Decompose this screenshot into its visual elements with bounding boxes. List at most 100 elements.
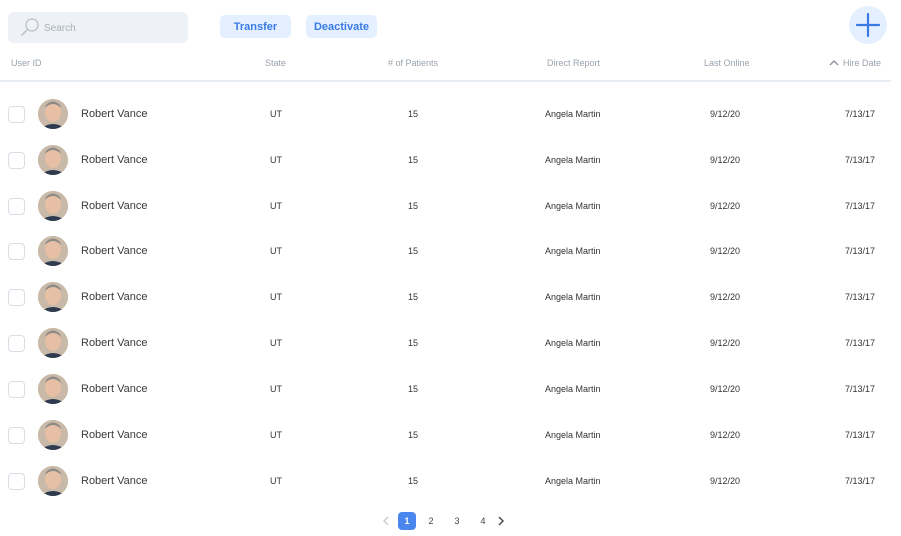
patients-cell: 15 xyxy=(408,109,419,119)
avatar xyxy=(38,236,68,266)
state-cell: UT xyxy=(270,109,282,119)
user-photo-icon xyxy=(38,374,68,404)
row-checkbox[interactable] xyxy=(8,427,25,444)
last-online-cell: 9/12/20 xyxy=(710,246,741,256)
avatar xyxy=(38,191,68,221)
user-name: Robert Vance xyxy=(81,108,148,120)
patients-cell: 15 xyxy=(408,201,419,211)
last-online-cell: 9/12/20 xyxy=(710,430,741,440)
table-row[interactable]: Robert Vance UT 15 Angela Martin 9/12/20 7/13… xyxy=(0,465,891,499)
user-name: Robert Vance xyxy=(81,291,148,303)
direct-report-cell: Angela Martin xyxy=(545,338,601,348)
table-row[interactable]: Robert Vance UT 15 Angela Martin 9/12/20 7/13… xyxy=(0,281,891,315)
patients-cell: 15 xyxy=(408,155,419,165)
last-online-cell: 9/12/20 xyxy=(710,384,741,394)
search-icon xyxy=(21,18,39,36)
state-cell: UT xyxy=(270,155,282,165)
row-checkbox[interactable] xyxy=(8,198,25,215)
user-name: Robert Vance xyxy=(81,200,148,212)
last-online-cell: 9/12/20 xyxy=(710,292,741,302)
direct-report-cell: Angela Martin xyxy=(545,155,601,165)
state-cell: UT xyxy=(270,384,282,394)
hire-date-cell: 7/13/17 xyxy=(845,384,876,394)
user-name: Robert Vance xyxy=(81,245,148,257)
user-photo-icon xyxy=(38,236,68,266)
state-cell: UT xyxy=(270,246,282,256)
state-cell: UT xyxy=(270,292,282,302)
avatar xyxy=(38,466,68,496)
column-header-state[interactable]: State xyxy=(265,58,286,68)
direct-report-cell: Angela Martin xyxy=(545,292,601,302)
chevron-left-icon[interactable] xyxy=(382,516,390,526)
last-online-cell: 9/12/20 xyxy=(710,109,741,119)
column-header-user-id[interactable]: User ID xyxy=(11,58,42,68)
state-cell: UT xyxy=(270,338,282,348)
column-header-patients[interactable]: # of Patients xyxy=(388,58,438,68)
avatar xyxy=(38,282,68,312)
row-checkbox[interactable] xyxy=(8,473,25,490)
search-input[interactable] xyxy=(42,12,186,45)
direct-report-cell: Angela Martin xyxy=(545,246,601,256)
hire-date-cell: 7/13/17 xyxy=(845,109,876,119)
state-cell: UT xyxy=(270,201,282,211)
last-online-cell: 9/12/20 xyxy=(710,338,741,348)
user-name: Robert Vance xyxy=(81,337,148,349)
state-cell: UT xyxy=(270,476,282,486)
patients-cell: 15 xyxy=(408,292,419,302)
table-row[interactable]: Robert Vance UT 15 Angela Martin 9/12/20 7/13… xyxy=(0,373,891,407)
deactivate-button[interactable]: Deactivate xyxy=(306,15,377,38)
user-name: Robert Vance xyxy=(81,429,148,441)
row-checkbox[interactable] xyxy=(8,106,25,123)
avatar xyxy=(38,145,68,175)
row-checkbox[interactable] xyxy=(8,381,25,398)
direct-report-cell: Angela Martin xyxy=(545,476,601,486)
row-checkbox[interactable] xyxy=(8,289,25,306)
search-box[interactable] xyxy=(8,12,188,45)
page-4-button[interactable]: 4 xyxy=(474,512,492,530)
column-header-hire-date[interactable]: Hire Date xyxy=(843,58,881,68)
row-checkbox[interactable] xyxy=(8,243,25,260)
page-1-button[interactable]: 1 xyxy=(398,512,416,530)
hire-date-cell: 7/13/17 xyxy=(845,155,876,165)
last-online-cell: 9/12/20 xyxy=(710,201,741,211)
row-checkbox[interactable] xyxy=(8,335,25,352)
direct-report-cell: Angela Martin xyxy=(545,109,601,119)
table-row[interactable]: Robert Vance UT 15 Angela Martin 9/12/20 7/13… xyxy=(0,327,891,361)
hire-date-cell: 7/13/17 xyxy=(845,430,876,440)
patients-cell: 15 xyxy=(408,338,419,348)
column-header-direct-report[interactable]: Direct Report xyxy=(547,58,600,68)
table-row[interactable]: Robert Vance UT 15 Angela Martin 9/12/20 7/13… xyxy=(0,98,891,132)
table-row[interactable]: Robert Vance UT 15 Angela Martin 9/12/20 7/13… xyxy=(0,190,891,224)
user-name: Robert Vance xyxy=(81,154,148,166)
column-header-last-online[interactable]: Last Online xyxy=(704,58,750,68)
hire-date-cell: 7/13/17 xyxy=(845,246,876,256)
transfer-button[interactable]: Transfer xyxy=(220,15,291,38)
add-user-button[interactable] xyxy=(849,6,887,44)
user-photo-icon xyxy=(38,420,68,450)
page-3-button[interactable]: 3 xyxy=(448,512,466,530)
last-online-cell: 9/12/20 xyxy=(710,155,741,165)
hire-date-cell: 7/13/17 xyxy=(845,476,876,486)
hire-date-cell: 7/13/17 xyxy=(845,201,876,211)
avatar xyxy=(38,374,68,404)
last-online-cell: 9/12/20 xyxy=(710,476,741,486)
table-row[interactable]: Robert Vance UT 15 Angela Martin 9/12/20 7/13… xyxy=(0,144,891,178)
direct-report-cell: Angela Martin xyxy=(545,430,601,440)
hire-date-cell: 7/13/17 xyxy=(845,338,876,348)
user-photo-icon xyxy=(38,99,68,129)
chevron-right-icon[interactable] xyxy=(497,516,505,526)
avatar xyxy=(38,328,68,358)
plus-icon xyxy=(856,13,880,37)
sort-ascending-icon[interactable] xyxy=(829,59,839,67)
state-cell: UT xyxy=(270,430,282,440)
user-photo-icon xyxy=(38,466,68,496)
avatar xyxy=(38,99,68,129)
avatar xyxy=(38,420,68,450)
patients-cell: 15 xyxy=(408,384,419,394)
user-name: Robert Vance xyxy=(81,383,148,395)
row-checkbox[interactable] xyxy=(8,152,25,169)
patients-cell: 15 xyxy=(408,430,419,440)
table-row[interactable]: Robert Vance UT 15 Angela Martin 9/12/20 7/13… xyxy=(0,235,891,269)
page-2-button[interactable]: 2 xyxy=(422,512,440,530)
table-row[interactable]: Robert Vance UT 15 Angela Martin 9/12/20 7/13… xyxy=(0,419,891,453)
